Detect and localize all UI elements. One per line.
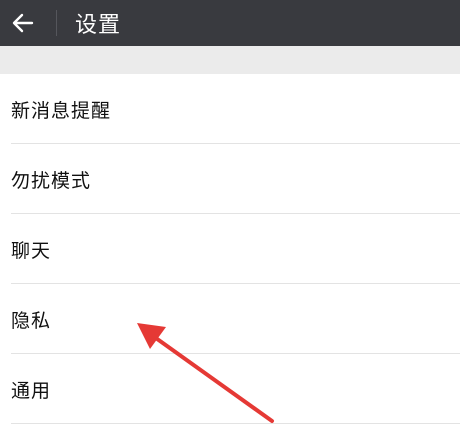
settings-item-new-message-alerts[interactable]: 新消息提醒 [0,74,460,144]
settings-item-label: 通用 [11,379,52,402]
settings-list: 新消息提醒 勿扰模式 聊天 隐私 通用 [0,74,460,424]
title-divider [56,10,57,36]
settings-item-label: 隐私 [11,309,52,332]
settings-item-chat[interactable]: 聊天 [0,214,460,284]
back-button[interactable] [0,0,46,46]
settings-item-privacy[interactable]: 隐私 [0,284,460,354]
title-bar: 设置 [0,0,460,46]
settings-item-do-not-disturb[interactable]: 勿扰模式 [0,144,460,214]
section-gap [0,46,460,74]
settings-item-label: 新消息提醒 [11,99,112,122]
page-title: 设置 [75,13,122,38]
settings-item-label: 聊天 [11,239,52,262]
settings-item-label: 勿扰模式 [11,169,92,192]
settings-item-general[interactable]: 通用 [0,354,460,424]
arrow-left-icon [12,13,34,33]
